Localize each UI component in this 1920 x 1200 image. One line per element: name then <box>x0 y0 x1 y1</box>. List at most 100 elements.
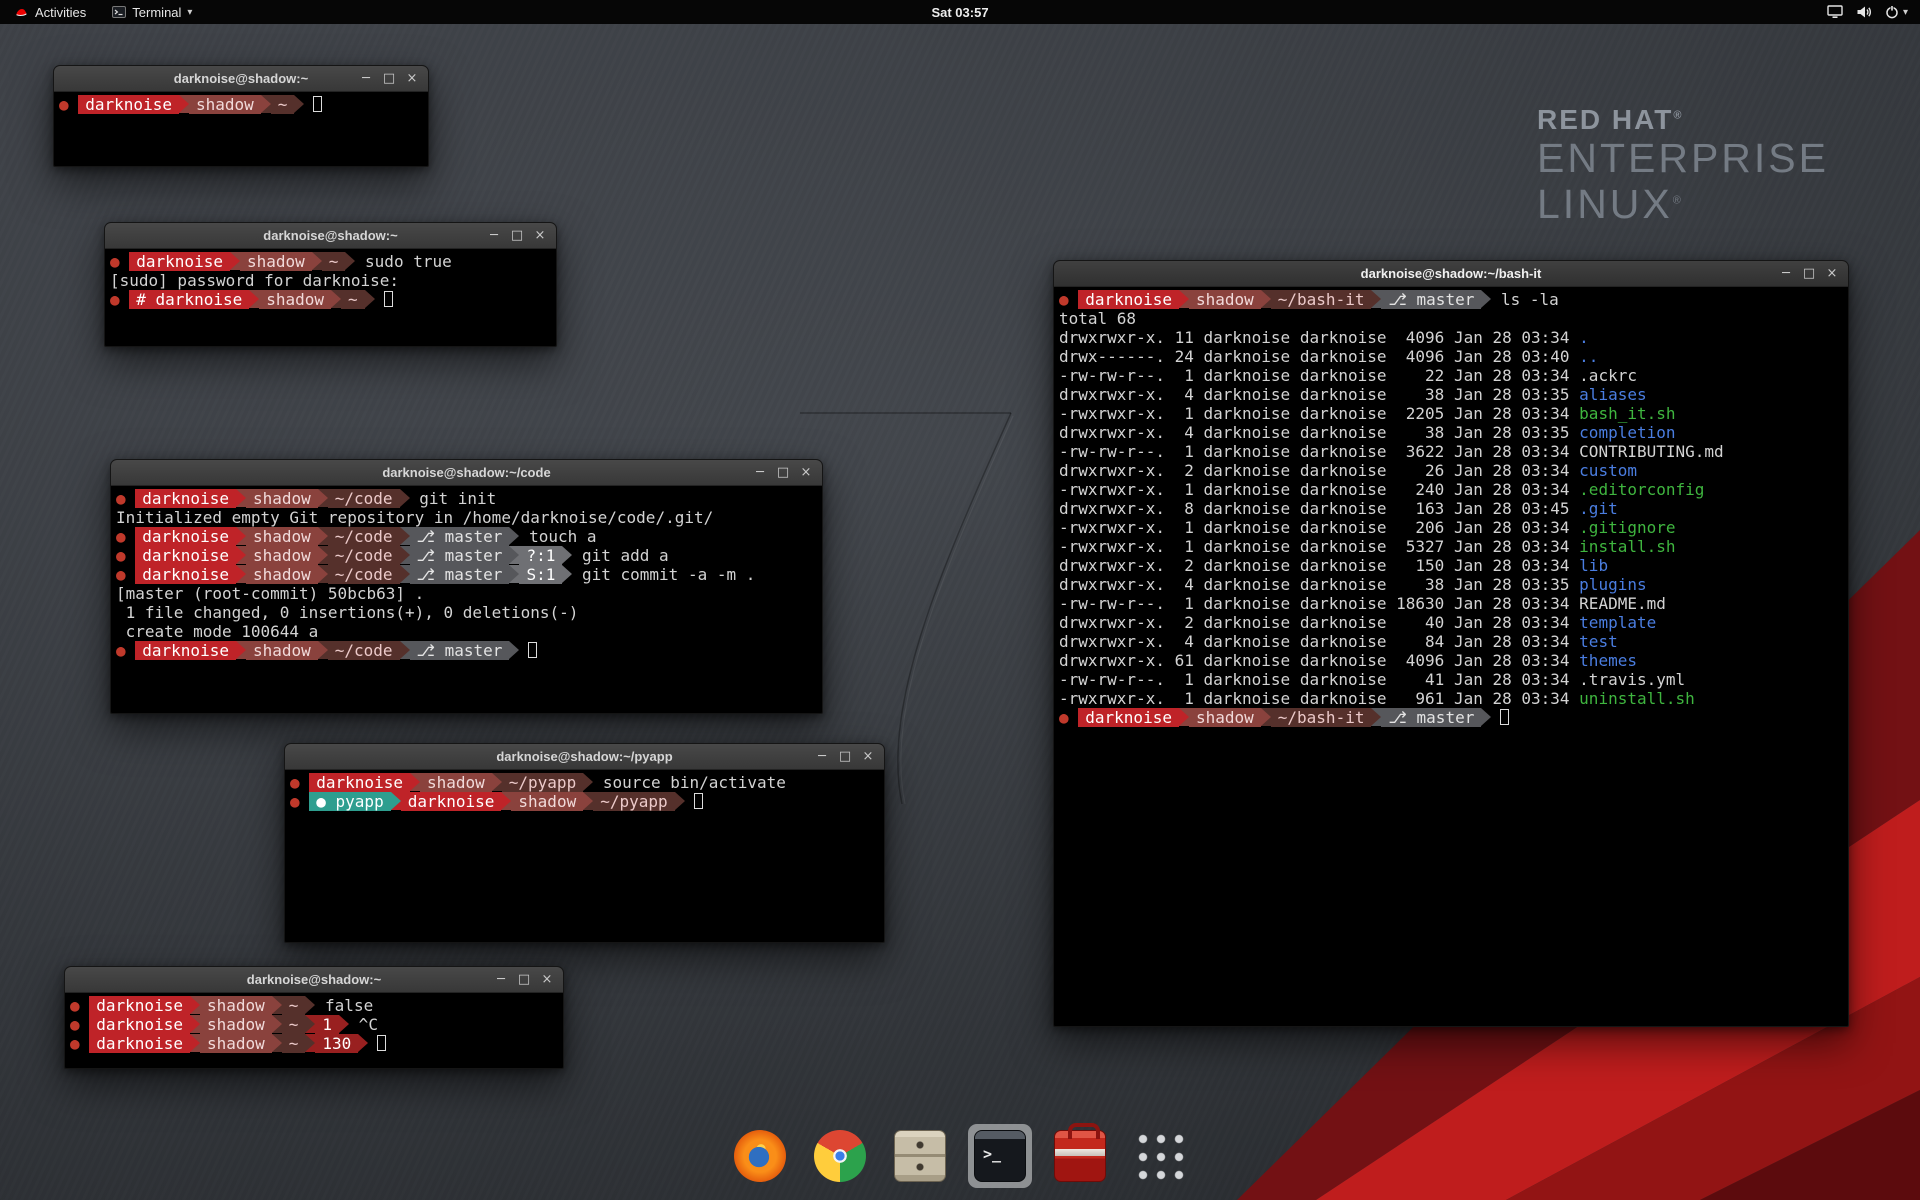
terminal-body[interactable]: ● darknoiseshadow~/code git initInitiali… <box>111 486 822 663</box>
clock[interactable]: Sat 03:57 <box>931 5 988 20</box>
close-button[interactable]: × <box>538 971 556 989</box>
terminal-window[interactable]: darknoise@shadow:~─□×● darknoiseshadow~ … <box>64 966 564 1069</box>
maximize-button[interactable]: □ <box>515 971 533 989</box>
terminal-body[interactable]: ● darknoiseshadow~ sudo true[sudo] passw… <box>105 249 556 312</box>
maximize-button[interactable]: □ <box>380 70 398 88</box>
terminal-text: [master (root-commit) 50bcb63] . <box>116 584 424 603</box>
close-button[interactable]: × <box>1823 265 1841 283</box>
window-controls: ─ □ × <box>813 748 884 766</box>
powerline-arrow-icon <box>562 565 572 583</box>
minimize-button[interactable]: ─ <box>492 971 510 989</box>
window-title: darknoise@shadow:~/pyapp <box>285 749 884 764</box>
maximize-button[interactable]: □ <box>774 464 792 482</box>
terminal-line: total 68 <box>1059 309 1843 328</box>
app-menu-label: Terminal <box>132 5 181 20</box>
powerline-arrow-icon <box>1179 290 1189 308</box>
window-titlebar[interactable]: darknoise@shadow:~─□× <box>54 66 428 92</box>
terminal-text: lib <box>1579 556 1608 575</box>
terminal-line: drwxrwxr-x. 2 darknoise darknoise 150 Ja… <box>1059 556 1843 575</box>
prompt-segment: ⎇ master <box>410 565 510 584</box>
prompt-segment: ⎇ master <box>1381 708 1481 727</box>
powerline-arrow-icon <box>339 1015 349 1033</box>
powerline-arrow-icon <box>318 546 328 564</box>
powerline-arrow-icon <box>509 641 519 659</box>
terminal-text: ● <box>70 996 89 1015</box>
close-button[interactable]: × <box>859 748 877 766</box>
terminal-line: drwxrwxr-x. 2 darknoise darknoise 26 Jan… <box>1059 461 1843 480</box>
dock-item-apps[interactable] <box>1128 1124 1192 1188</box>
prompt-segment: ~/bash-it <box>1271 290 1372 309</box>
chevron-down-icon: ▾ <box>1903 7 1908 18</box>
terminal-body[interactable]: ● darknoiseshadow~/bash-it⎇ master ls -l… <box>1054 287 1848 730</box>
terminal-text: drwx------. 24 darknoise darknoise 4096 … <box>1059 347 1579 366</box>
maximize-button[interactable]: □ <box>1800 265 1818 283</box>
prompt-segment: darknoise <box>135 641 236 660</box>
close-button[interactable]: × <box>797 464 815 482</box>
desktop: RED HAT® ENTERPRISE LINUX® darknoise@sha… <box>0 0 1920 1200</box>
app-menu-terminal[interactable]: Terminal ▾ <box>108 0 196 24</box>
prompt-segment: S:1 <box>519 565 562 584</box>
prompt-segment: darknoise <box>1078 708 1179 727</box>
prompt-segment: ~/code <box>328 641 400 660</box>
terminal-text: . <box>1579 328 1589 347</box>
terminal-line: ● darknoiseshadow~/bash-it⎇ master ls -l… <box>1059 290 1843 309</box>
terminal-line: drwx------. 24 darknoise darknoise 4096 … <box>1059 347 1843 366</box>
terminal-line: [master (root-commit) 50bcb63] . <box>116 584 817 603</box>
system-menu[interactable]: ▾ <box>1885 5 1908 19</box>
terminal-text: completion <box>1579 423 1675 442</box>
window-titlebar[interactable]: darknoise@shadow:~─□× <box>65 967 563 993</box>
terminal-text: ls -la <box>1491 290 1558 309</box>
close-button[interactable]: × <box>403 70 421 88</box>
terminal-body[interactable]: ● darknoiseshadow~ false● darknoiseshado… <box>65 993 563 1056</box>
minimize-button[interactable]: ─ <box>485 227 503 245</box>
prompt-segment: ⎇ master <box>410 527 510 546</box>
minimize-button[interactable]: ─ <box>751 464 769 482</box>
terminal-body[interactable]: ● darknoiseshadow~ <box>54 92 428 117</box>
minimize-button[interactable]: ─ <box>357 70 375 88</box>
terminal-text: drwxrwxr-x. 4 darknoise darknoise 38 Jan… <box>1059 423 1579 442</box>
window-titlebar[interactable]: darknoise@shadow:~/code─□× <box>111 460 822 486</box>
minimize-button[interactable]: ─ <box>1777 265 1795 283</box>
terminal-window[interactable]: darknoise@shadow:~/pyapp─ □ × ● darknoisesh… <box>284 743 885 943</box>
prompt-segment: ⎇ master <box>1381 290 1481 309</box>
dock-item-terminal[interactable] <box>968 1124 1032 1188</box>
maximize-button[interactable]: □ <box>508 227 526 245</box>
prompt-segment: ~ <box>282 1015 306 1034</box>
window-titlebar[interactable]: darknoise@shadow:~─□× <box>105 223 556 249</box>
volume-icon[interactable] <box>1856 5 1872 19</box>
power-icon <box>1885 5 1899 19</box>
maximize-button[interactable]: □ <box>836 748 854 766</box>
terminal-window[interactable]: darknoise@shadow:~─□×● darknoiseshadow~ <box>53 65 429 167</box>
prompt-segment: ~/pyapp <box>502 773 583 792</box>
terminal-body[interactable]: ● darknoiseshadow~/pyapp source bin/acti… <box>285 770 884 814</box>
dock-item-chrome[interactable] <box>808 1124 872 1188</box>
terminal-line: ● darknoiseshadow~ <box>59 95 423 114</box>
minimize-button[interactable]: ─ <box>813 748 831 766</box>
prompt-segment: shadow <box>200 1015 272 1034</box>
dock-item-firefox[interactable] <box>728 1124 792 1188</box>
display-icon[interactable] <box>1827 5 1843 19</box>
terminal-window[interactable]: darknoise@shadow:~/code─□×● darknoisesha… <box>110 459 823 714</box>
prompt-segment: ~/bash-it <box>1271 708 1372 727</box>
window-titlebar[interactable]: darknoise@shadow:~/pyapp─ □ × <box>285 744 884 770</box>
terminal-text: .gitignore <box>1579 518 1675 537</box>
powerline-arrow-icon <box>190 1034 200 1052</box>
terminal-window[interactable]: darknoise@shadow:~/bash-it─□×● darknoise… <box>1053 260 1849 1027</box>
terminal-text: create mode 100644 a <box>116 622 318 641</box>
prompt-segment: shadow <box>200 1034 272 1053</box>
close-button[interactable]: × <box>531 227 549 245</box>
window-titlebar[interactable]: darknoise@shadow:~/bash-it─ □ × <box>1054 261 1848 287</box>
window-title: darknoise@shadow:~/bash-it <box>1054 266 1848 281</box>
powerline-arrow-icon <box>400 546 410 564</box>
terminal-window[interactable]: darknoise@shadow:~─□×● darknoiseshadow~ … <box>104 222 557 347</box>
dock-item-files[interactable] <box>888 1124 952 1188</box>
prompt-segment: darknoise <box>89 1015 190 1034</box>
terminal-cursor <box>313 96 322 112</box>
terminal-text: ● <box>290 792 309 811</box>
terminal-text: drwxrwxr-x. 4 darknoise darknoise 38 Jan… <box>1059 575 1579 594</box>
prompt-segment: darknoise <box>89 1034 190 1053</box>
dock-item-toolbox[interactable] <box>1048 1124 1112 1188</box>
terminal-cursor <box>528 642 537 658</box>
activities-button[interactable]: Activities <box>10 0 90 24</box>
terminal-line: drwxrwxr-x. 2 darknoise darknoise 40 Jan… <box>1059 613 1843 632</box>
